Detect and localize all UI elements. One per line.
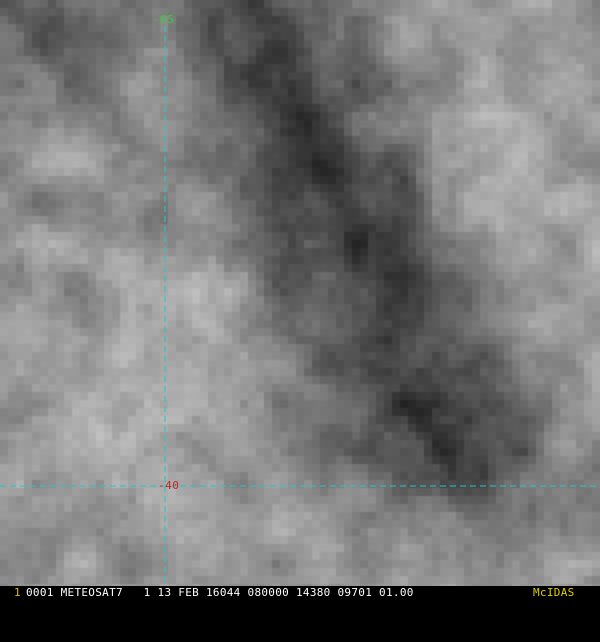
latitude-label: -40: [158, 479, 180, 492]
status-bar: 1 0001 METEOSAT7 1 13 FEB 16044 080000 1…: [0, 586, 600, 600]
longitude-label: -65: [153, 13, 175, 26]
image-info: 0001 METEOSAT7 1 13 FEB 16044 080000 143…: [26, 586, 414, 599]
satellite-image: [0, 0, 600, 586]
mcidas-brand: McIDAS: [533, 586, 575, 599]
frame-number: 1: [14, 586, 21, 599]
